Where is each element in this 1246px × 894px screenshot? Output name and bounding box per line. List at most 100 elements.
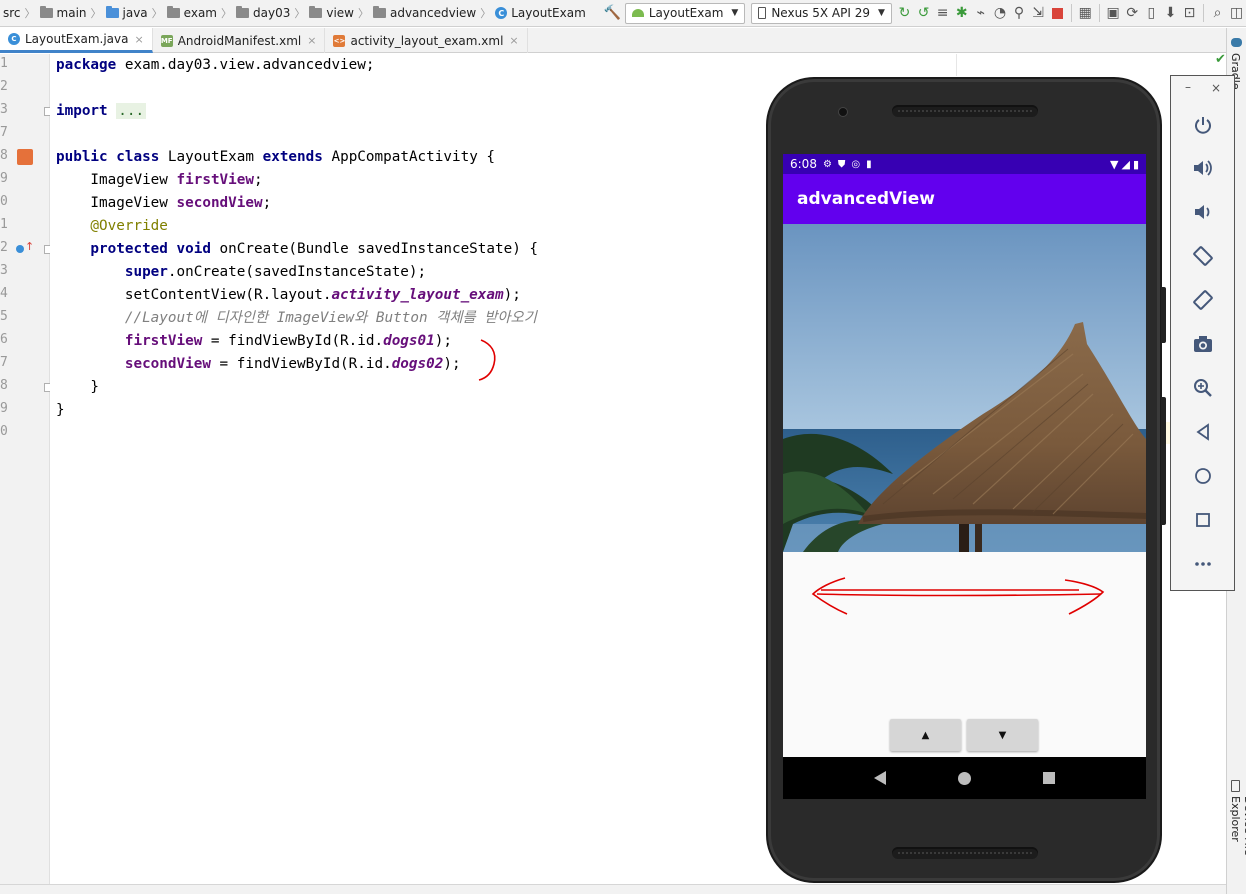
breadcrumb-day03[interactable]: day03	[233, 0, 293, 27]
toolbar-separator	[1070, 4, 1072, 22]
scroll-button-row: ▲ ▼	[890, 719, 1038, 751]
status-time: 6:08	[790, 157, 817, 171]
breadcrumb-layoutexam[interactable]: C LayoutExam	[492, 0, 589, 27]
stop-icon[interactable]	[1048, 2, 1067, 24]
breadcrumb-exam[interactable]: exam	[164, 0, 220, 27]
breadcrumb-view[interactable]: view	[306, 0, 357, 27]
code-text: onCreate(Bundle savedInstanceState) {	[210, 241, 539, 257]
red-double-arrow-annotation	[811, 577, 1105, 615]
folded-imports[interactable]: ...	[116, 103, 147, 119]
breadcrumb-label: src	[3, 6, 21, 20]
breadcrumb-separator: 〉	[90, 7, 102, 20]
tab-layoutexam-java[interactable]: C LayoutExam.java ×	[0, 28, 153, 53]
avd-manager-icon[interactable]: ▯	[1142, 2, 1161, 24]
code-line: protected void onCreate(Bundle savedInst…	[56, 238, 538, 261]
sync-gradle-icon[interactable]: ⟳	[1123, 2, 1142, 24]
rotate-right-icon[interactable]	[1188, 285, 1218, 315]
layout-file-icon[interactable]	[17, 149, 33, 165]
breadcrumb-main[interactable]: main	[37, 0, 90, 27]
run-config-select[interactable]: LayoutExam ▼	[624, 2, 746, 24]
up-arrow-icon: ▲	[921, 729, 930, 741]
line-number: 4	[0, 286, 8, 301]
code-editor[interactable]: package exam.day03.view.advancedview; im…	[50, 54, 766, 884]
build-hammer-icon[interactable]: 🔨	[603, 2, 622, 24]
navigation-bar: src 〉 main 〉 java 〉 exam 〉 day03 〉 view …	[0, 0, 1246, 27]
recents-nav-icon[interactable]	[1043, 772, 1055, 784]
beach-hut-photo[interactable]	[783, 224, 1146, 552]
package-icon	[309, 6, 323, 18]
up-button[interactable]: ▲	[890, 719, 961, 751]
tab-label: activity_layout_exam.xml	[350, 33, 504, 48]
code-line: //Layout에 디자인한 ImageView와 Button 객체를 받아오…	[56, 307, 537, 330]
gradle-elephant-icon	[1231, 38, 1242, 47]
code-line: public class LayoutExam extends AppCompa…	[56, 146, 495, 169]
back-nav-icon[interactable]	[874, 771, 886, 785]
code-text: .onCreate(savedInstanceState);	[167, 264, 427, 280]
search-icon[interactable]: ⌕	[1208, 2, 1227, 24]
keyword: super	[56, 264, 168, 280]
device-select[interactable]: Nexus 5X API 29 ▼	[751, 2, 892, 24]
power-icon[interactable]	[1188, 110, 1218, 140]
breadcrumb-separator: 〉	[480, 7, 492, 20]
terminal-icon[interactable]: ▣	[1104, 2, 1123, 24]
keyword: class	[116, 149, 160, 165]
phone-icon	[758, 7, 767, 19]
overview-icon[interactable]	[1188, 505, 1218, 535]
debug-icon[interactable]: ✱	[952, 2, 971, 24]
zoom-icon[interactable]	[1188, 373, 1218, 403]
camera-icon[interactable]	[1188, 329, 1218, 359]
device-label: Nexus 5X API 29	[771, 6, 870, 20]
device-screen[interactable]: 6:08 ⚙ ⛊ ◎ ▮ ▼ ◢ ▮ advancedView ▲ ▼	[783, 154, 1146, 799]
volume-up-icon[interactable]	[1188, 153, 1218, 183]
close-icon[interactable]: ×	[134, 33, 143, 46]
volume-down-icon[interactable]	[1188, 197, 1218, 227]
apply-changes-restart-icon[interactable]: ↻	[895, 2, 914, 24]
top-speaker	[892, 105, 1038, 117]
home-icon[interactable]	[1188, 461, 1218, 491]
tab-label: LayoutExam.java	[25, 32, 129, 46]
more-icon[interactable]	[1188, 549, 1218, 579]
line-number: 7	[0, 355, 8, 370]
xml-file-icon: <>	[333, 34, 346, 47]
tab-activity-layout-xml[interactable]: <> activity_layout_exam.xml ×	[325, 28, 528, 53]
chevron-down-icon: ▼	[731, 8, 739, 18]
breadcrumb-separator: 〉	[294, 7, 306, 20]
home-nav-icon[interactable]	[958, 771, 971, 785]
code-text: ;	[262, 195, 272, 211]
tab-androidmanifest[interactable]: MF AndroidManifest.xml ×	[153, 28, 326, 53]
minimize-icon[interactable]: –	[1185, 80, 1191, 94]
attach-icon[interactable]: ⇲	[1029, 2, 1048, 24]
sdk-manager-icon[interactable]: ⬇	[1161, 2, 1180, 24]
app-title: advancedView	[797, 189, 935, 209]
device-file-explorer-tab[interactable]: Device File Explorer	[1229, 796, 1246, 894]
apply-code-changes-icon[interactable]: ↺	[914, 2, 933, 24]
project-structure-icon[interactable]: ▦	[1076, 2, 1095, 24]
comment: //Layout에 디자인한 ImageView와 Button 객체를 받아오…	[56, 310, 537, 326]
split-icon[interactable]: ◫	[1227, 2, 1246, 24]
code-text: }	[56, 379, 100, 395]
code-text: );	[443, 356, 461, 372]
close-icon[interactable]: ×	[307, 34, 316, 47]
app-title-bar: advancedView	[783, 174, 1146, 224]
breadcrumb-java[interactable]: java	[103, 0, 151, 27]
line-number: 0	[0, 194, 8, 209]
run-list-icon[interactable]: ≡	[933, 2, 952, 24]
code-line: firstView = findViewById(R.id.dogs01);	[56, 330, 452, 353]
rotate-left-icon[interactable]	[1188, 241, 1218, 271]
override-method-icon[interactable]	[16, 245, 24, 253]
back-icon[interactable]	[1188, 417, 1218, 447]
close-icon[interactable]: ×	[1211, 81, 1221, 95]
attach-debugger-icon[interactable]: ⌁	[971, 2, 990, 24]
tab-label: AndroidManifest.xml	[177, 33, 302, 48]
code-text: );	[434, 333, 452, 349]
breadcrumb-advancedview[interactable]: advancedview	[370, 0, 479, 27]
close-icon[interactable]: ×	[509, 34, 518, 47]
breadcrumb-src[interactable]: src	[0, 0, 24, 27]
layout-inspector-icon[interactable]: ⊡	[1180, 2, 1199, 24]
down-button[interactable]: ▼	[967, 719, 1038, 751]
profile-icon[interactable]: ◔	[990, 2, 1009, 24]
code-text: LayoutExam	[159, 149, 263, 165]
android-icon	[631, 9, 644, 17]
code-text: exam.day03.view.advancedview;	[116, 57, 375, 73]
profiler-icon[interactable]: ⚲	[1009, 2, 1028, 24]
